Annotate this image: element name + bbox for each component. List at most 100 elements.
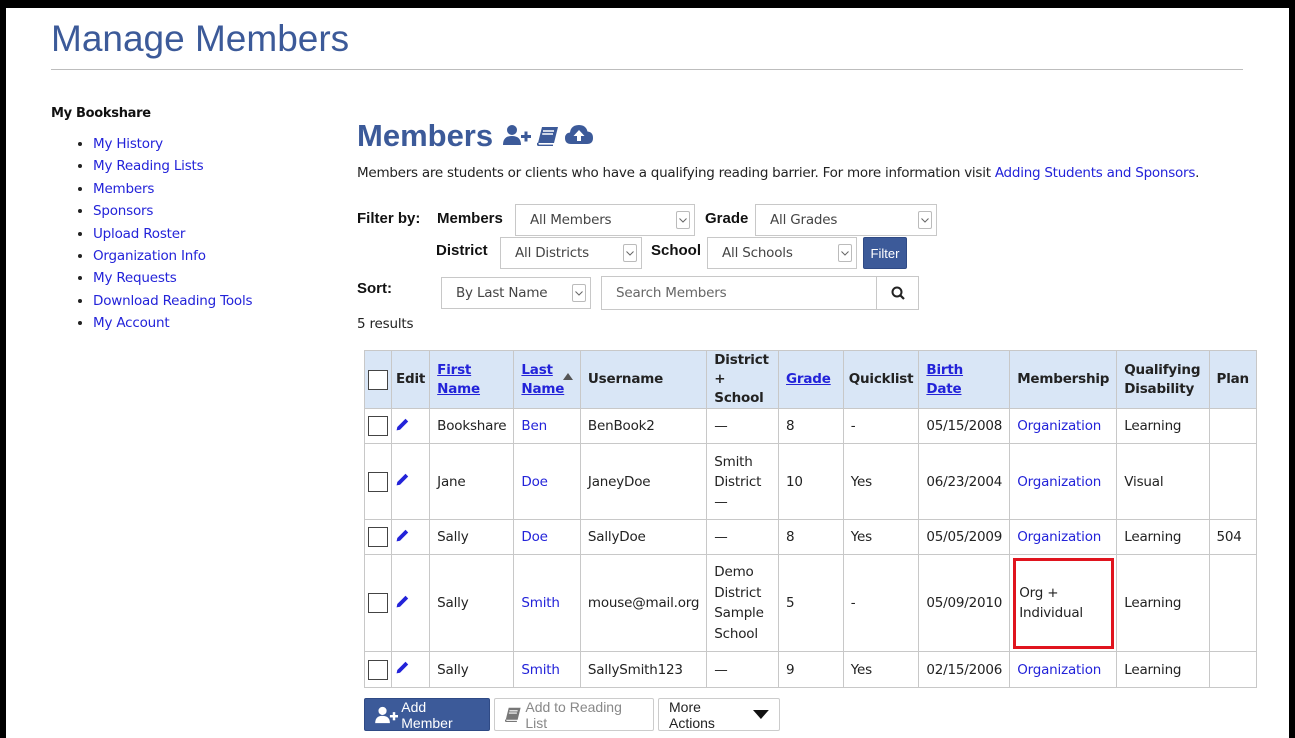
school-select[interactable]: All Schools: [707, 237, 857, 269]
book-icon: [505, 707, 521, 722]
pencil-icon[interactable]: [396, 473, 409, 490]
last-name-link[interactable]: Smith: [521, 595, 560, 611]
birth-date-cell: 05/05/2009: [918, 519, 1011, 555]
sidebar-link-sponsors[interactable]: Sponsors: [93, 203, 153, 219]
row-checkbox[interactable]: [368, 659, 388, 680]
sort-last-name-link[interactable]: Last Name: [521, 362, 564, 397]
table-row: Sally Smith SallySmith123 — 9 Yes 02/15/…: [364, 651, 1258, 688]
district-school-cell: —: [706, 408, 780, 444]
membership-cell: Organization: [1009, 651, 1118, 688]
edit-cell: [390, 408, 431, 444]
chevron-down-icon: [572, 284, 586, 302]
adding-students-link[interactable]: Adding Students and Sponsors: [995, 165, 1196, 181]
sidebar-link-download-reading-tools[interactable]: Download Reading Tools: [93, 293, 253, 309]
plan-cell: [1208, 408, 1258, 444]
birth-date-cell: 06/23/2004: [918, 443, 1011, 520]
pencil-icon[interactable]: [396, 529, 409, 546]
membership-cell: Organization: [1009, 519, 1118, 555]
sidebar-item-my-history: My History: [93, 133, 311, 155]
chevron-down-icon: [623, 244, 637, 262]
sort-grade-link[interactable]: Grade: [786, 371, 831, 387]
membership-cell: Organization: [1009, 443, 1118, 520]
sort-first-name-link[interactable]: First Name: [437, 362, 480, 397]
edit-cell: [390, 519, 431, 555]
last-name-link[interactable]: Smith: [521, 662, 560, 678]
district-select[interactable]: All Districts: [500, 237, 642, 269]
last-name-cell: Doe: [513, 443, 581, 520]
pencil-icon[interactable]: [396, 595, 409, 612]
sort-select[interactable]: By Last Name: [441, 277, 591, 309]
table-body: Bookshare Ben BenBook2 — 8 - 05/15/2008 …: [364, 408, 1258, 688]
filter-button[interactable]: Filter: [863, 237, 907, 269]
grade-select[interactable]: All Grades: [755, 204, 937, 236]
col-qualifying-disability: Qualifying Disability: [1116, 350, 1210, 409]
quicklist-cell: -: [842, 554, 920, 652]
membership-link[interactable]: Organization: [1017, 474, 1101, 490]
sidebar-link-my-history[interactable]: My History: [93, 136, 163, 152]
col-first-name[interactable]: First Name: [429, 350, 515, 409]
sidebar: My Bookshare My History My Reading Lists…: [51, 106, 311, 335]
table-row: Sally Smith mouse@mail.org Demo District S…: [364, 554, 1258, 652]
sidebar-link-members[interactable]: Members: [93, 181, 154, 197]
last-name-link[interactable]: Doe: [521, 529, 548, 545]
row-checkbox[interactable]: [368, 593, 388, 613]
membership-link[interactable]: Organization: [1017, 418, 1101, 434]
district-school-cell: Demo District Sample School: [706, 554, 780, 652]
row-checkbox[interactable]: [368, 416, 388, 436]
username-cell: JaneyDoe: [579, 443, 708, 520]
school-select-value: All Schools: [722, 245, 793, 261]
sidebar-link-my-account[interactable]: My Account: [93, 315, 170, 331]
grade-cell: 8: [778, 408, 844, 444]
col-birth-date[interactable]: Birth Date: [918, 350, 1011, 409]
select-all-checkbox[interactable]: [368, 369, 388, 390]
username-cell: SallyDoe: [579, 519, 708, 555]
membership-link[interactable]: Organization: [1017, 662, 1101, 678]
sidebar-link-my-reading-lists[interactable]: My Reading Lists: [93, 158, 204, 174]
search-input[interactable]: Search Members: [602, 285, 876, 301]
intro-description: Members are students or clients who have…: [357, 165, 995, 181]
membership-link[interactable]: Organization: [1017, 529, 1101, 545]
pencil-icon[interactable]: [396, 661, 409, 678]
add-member-label: Add Member: [401, 698, 453, 731]
intro-end: .: [1195, 165, 1200, 181]
edit-cell: [390, 651, 431, 688]
row-checkbox[interactable]: [368, 527, 388, 547]
sidebar-item-organization-info: Organization Info: [93, 245, 311, 267]
row-select-cell: [364, 443, 392, 520]
username-cell: SallySmith123: [579, 651, 708, 688]
sidebar-item-members: Members: [93, 178, 311, 200]
table-row: Jane Doe JaneyDoe Smith District — 10 Yes …: [364, 443, 1258, 520]
last-name-link[interactable]: Doe: [521, 474, 548, 490]
search-button[interactable]: [876, 277, 918, 309]
quicklist-cell: -: [842, 408, 920, 444]
more-actions-button[interactable]: More Actions: [658, 698, 780, 731]
sidebar-link-organization-info[interactable]: Organization Info: [93, 248, 206, 264]
membership-cell-highlighted: Org + Individual: [1009, 554, 1118, 652]
row-checkbox[interactable]: [368, 471, 388, 492]
quicklist-cell: Yes: [842, 651, 920, 688]
district-school-cell: —: [706, 519, 780, 555]
plan-cell: [1208, 651, 1258, 688]
disability-cell: Learning: [1116, 408, 1210, 444]
add-user-icon: [375, 706, 399, 723]
district-school-cell: —: [706, 651, 780, 688]
last-name-link[interactable]: Ben: [521, 418, 547, 434]
add-member-button[interactable]: Add Member: [364, 698, 490, 731]
table-row: Sally Doe SallyDoe — 8 Yes 05/05/2009 Or…: [364, 519, 1258, 555]
book-icon[interactable]: [536, 118, 559, 154]
members-select-value: All Members: [530, 212, 612, 228]
first-name-cell: Sally: [429, 651, 515, 688]
pencil-icon[interactable]: [396, 418, 409, 435]
sidebar-item-my-reading-lists: My Reading Lists: [93, 155, 311, 177]
col-last-name[interactable]: Last Name: [513, 350, 581, 409]
add-to-reading-list-button[interactable]: Add to Reading List: [494, 698, 654, 731]
grade-cell: 9: [778, 651, 844, 688]
membership-cell: Organization: [1009, 408, 1118, 444]
cloud-upload-icon[interactable]: [565, 118, 594, 154]
col-grade[interactable]: Grade: [778, 350, 844, 409]
members-select[interactable]: All Members: [515, 204, 695, 236]
sidebar-link-my-requests[interactable]: My Requests: [93, 270, 177, 286]
add-user-icon[interactable]: [503, 118, 532, 154]
sort-birth-date-link[interactable]: Birth Date: [926, 362, 963, 397]
sidebar-link-upload-roster[interactable]: Upload Roster: [93, 226, 185, 242]
